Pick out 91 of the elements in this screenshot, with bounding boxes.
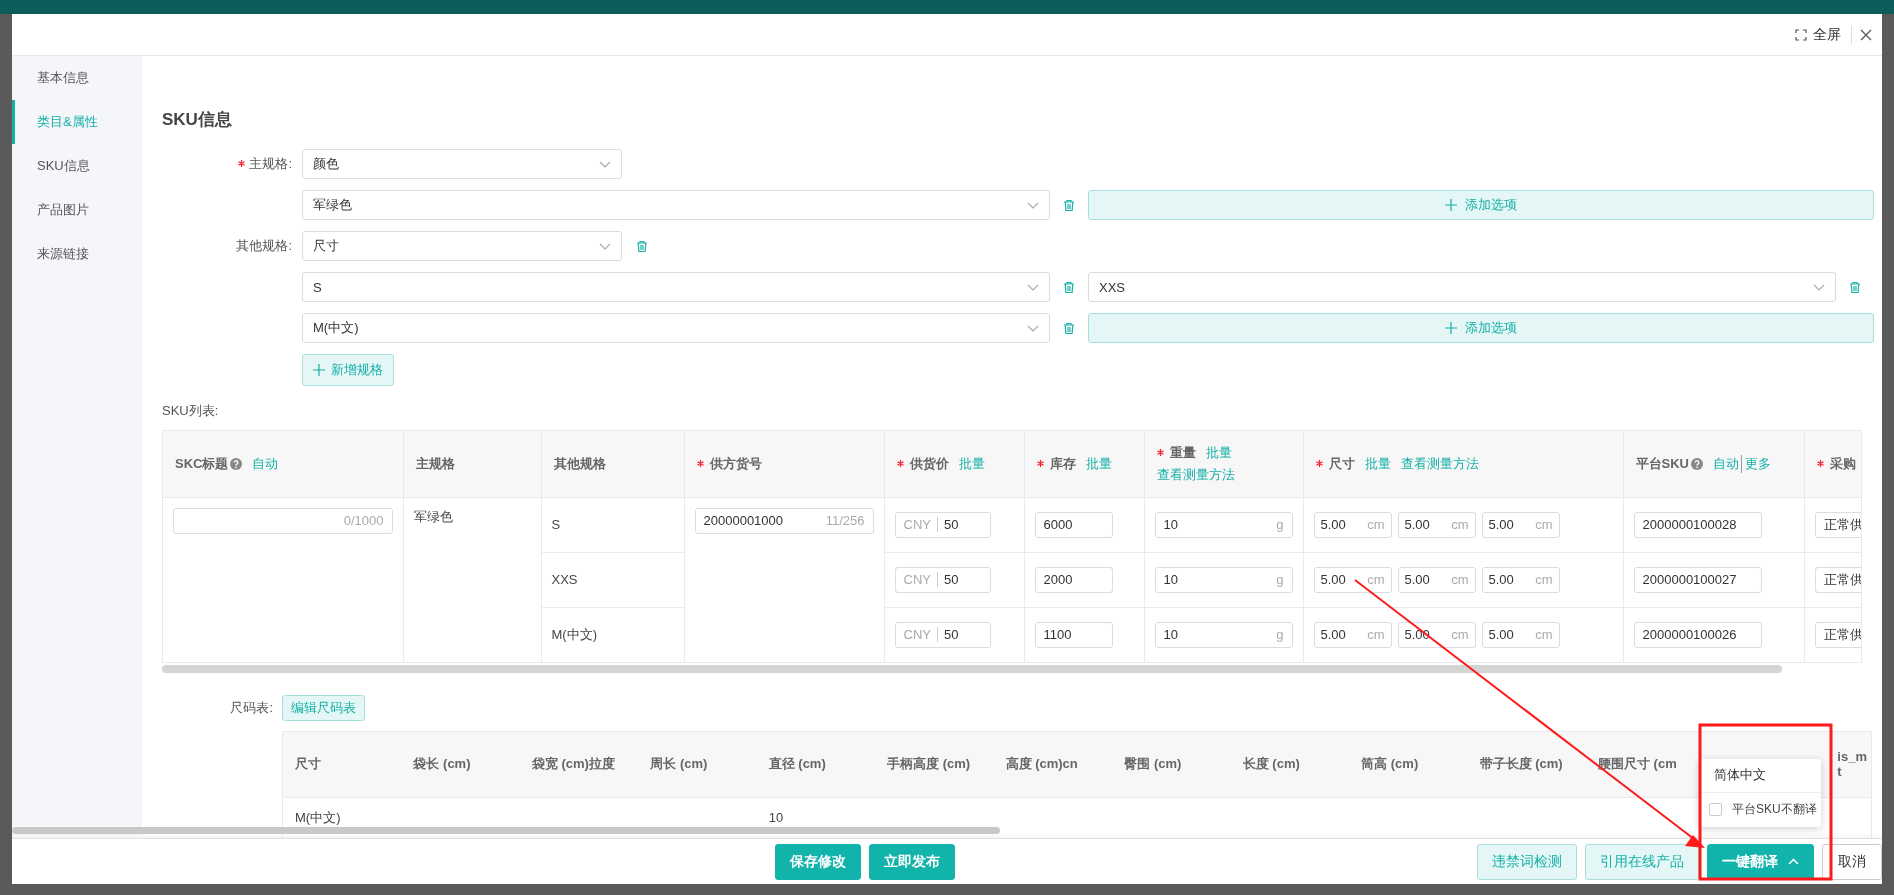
plus-icon xyxy=(313,364,325,376)
trash-icon[interactable] xyxy=(1063,280,1075,294)
option-field[interactable]: S xyxy=(302,272,1050,302)
fullscreen-button[interactable]: 全屏 xyxy=(1795,25,1852,44)
caret-up-icon xyxy=(1788,858,1799,865)
sidebar-item[interactable]: 产品图片 xyxy=(12,188,142,232)
trash-icon[interactable] xyxy=(636,239,648,253)
checkbox[interactable] xyxy=(1709,803,1722,816)
sidebar-item[interactable]: SKU信息 xyxy=(12,144,142,188)
column-header: 臀围 (cm) xyxy=(1124,756,1182,772)
trash-icon[interactable] xyxy=(1063,198,1075,212)
table-cell: XXS xyxy=(551,572,578,587)
column-header: 其他规格 xyxy=(553,454,606,473)
dimension-input[interactable]: 5.00 cm xyxy=(1397,621,1476,648)
chevron-down-icon xyxy=(1813,283,1825,291)
spec-select[interactable]: 尺寸 xyxy=(302,231,622,261)
column-header: 长度 (cm) xyxy=(1242,756,1300,772)
dimension-input[interactable]: 5.00 cm xyxy=(1313,511,1392,538)
option-field[interactable]: M(中文) xyxy=(302,313,1050,343)
column-header: 腰围尺寸 (cm xyxy=(1598,756,1677,772)
option-field[interactable]: 军绿色 xyxy=(302,190,1050,220)
stock-input[interactable]: 1100 xyxy=(1034,621,1113,648)
menu-item[interactable]: 简体中文 xyxy=(1699,758,1821,793)
code-input[interactable]: 20000001000 11/256 xyxy=(694,507,874,534)
column-header: 平台SKU xyxy=(1635,454,1689,473)
chevron-down-icon xyxy=(599,160,611,168)
dimension-input[interactable]: 5.00 cm xyxy=(1481,566,1560,593)
expand-icon xyxy=(1795,28,1807,41)
horizontal-scrollbar[interactable] xyxy=(12,827,1000,834)
dimension-input[interactable]: 5.00 cm xyxy=(1397,566,1476,593)
column-header: 库存 xyxy=(1049,454,1076,473)
price-input[interactable]: CNY 50 xyxy=(894,621,991,648)
dimension-input[interactable]: 5.00 cm xyxy=(1313,621,1392,648)
dimension-input[interactable]: 5.00 cm xyxy=(1313,566,1392,593)
plus-icon xyxy=(1445,199,1457,211)
chevron-down-icon xyxy=(1027,201,1039,209)
section-title: SKU信息 xyxy=(162,109,233,131)
sidebar-item[interactable]: 来源链接 xyxy=(12,232,142,276)
field-label: 尺码表: xyxy=(229,698,274,717)
stock-input[interactable]: 6000 xyxy=(1034,511,1113,538)
column-header: 筒高 (cm) xyxy=(1361,756,1419,772)
weight-input[interactable]: 10 g xyxy=(1154,621,1293,648)
chevron-down-icon xyxy=(599,242,611,250)
column-header: 带子长度 (cm) xyxy=(1479,756,1563,772)
table-cell: 10 xyxy=(768,810,784,826)
column-header: 供方货号 xyxy=(709,454,762,473)
option-field[interactable]: XXS xyxy=(1088,272,1836,302)
table-cell: M(中文) xyxy=(551,626,597,642)
chevron-down-icon xyxy=(1027,283,1039,291)
weight-input[interactable]: 10 g xyxy=(1154,511,1293,538)
column-header: 供货价 xyxy=(909,454,949,473)
table-cell: 军绿色 xyxy=(413,508,453,524)
trash-icon[interactable] xyxy=(1849,280,1861,294)
plus-icon xyxy=(1445,322,1457,334)
column-header: 重量 xyxy=(1169,443,1196,462)
close-button[interactable] xyxy=(1860,28,1872,41)
column-header: is_mt xyxy=(1837,749,1867,780)
table-cell: S xyxy=(551,517,561,532)
column-header: 手柄高度 (cm) xyxy=(887,756,971,772)
checkbox-label: 平台SKU不翻译 xyxy=(1732,801,1817,818)
column-header: 尺寸 xyxy=(295,756,321,772)
dimension-input[interactable]: 5.00 cm xyxy=(1397,511,1476,538)
stock-input[interactable]: 2000 xyxy=(1034,566,1113,593)
column-header: 高度 (cm)cn xyxy=(1005,756,1078,772)
column-header: 袋长 (cm) xyxy=(413,756,471,772)
column-header: 尺寸 xyxy=(1328,454,1355,473)
column-header: 主规格 xyxy=(415,454,455,473)
close-icon xyxy=(1860,28,1872,41)
dimension-input[interactable]: 5.00 cm xyxy=(1481,511,1560,538)
column-header: 袋宽 (cm)拉度 xyxy=(531,756,615,772)
spec-select[interactable]: 颜色 xyxy=(302,149,622,179)
horizontal-scrollbar[interactable] xyxy=(162,664,1782,673)
sku-input[interactable]: 2000000100026 xyxy=(1633,621,1762,648)
price-input[interactable]: CNY 50 xyxy=(894,511,991,538)
sku-input[interactable]: 2000000100028 xyxy=(1633,511,1762,538)
dimension-input[interactable]: 5.00 cm xyxy=(1481,621,1560,648)
action-button[interactable]: 取消 xyxy=(1822,843,1882,880)
section-label: SKU列表: xyxy=(162,402,220,420)
field-label: 主规格: xyxy=(249,156,292,171)
weight-input[interactable]: 10 g xyxy=(1154,566,1293,593)
chevron-down-icon xyxy=(1027,324,1039,332)
table-cell: M(中文) xyxy=(295,809,341,825)
column-header: 周长 (cm) xyxy=(650,756,708,772)
sidebar-item[interactable]: 基本信息 xyxy=(12,56,142,100)
column-header: 采购 xyxy=(1829,454,1856,473)
sku-input[interactable]: 2000000100027 xyxy=(1633,566,1762,593)
trash-icon[interactable] xyxy=(1063,321,1075,335)
price-input[interactable]: CNY 50 xyxy=(894,566,991,593)
column-header: 直径 (cm) xyxy=(768,756,826,772)
column-header: SKC标题 xyxy=(175,454,229,473)
field-label: 其他规格: xyxy=(236,238,292,253)
